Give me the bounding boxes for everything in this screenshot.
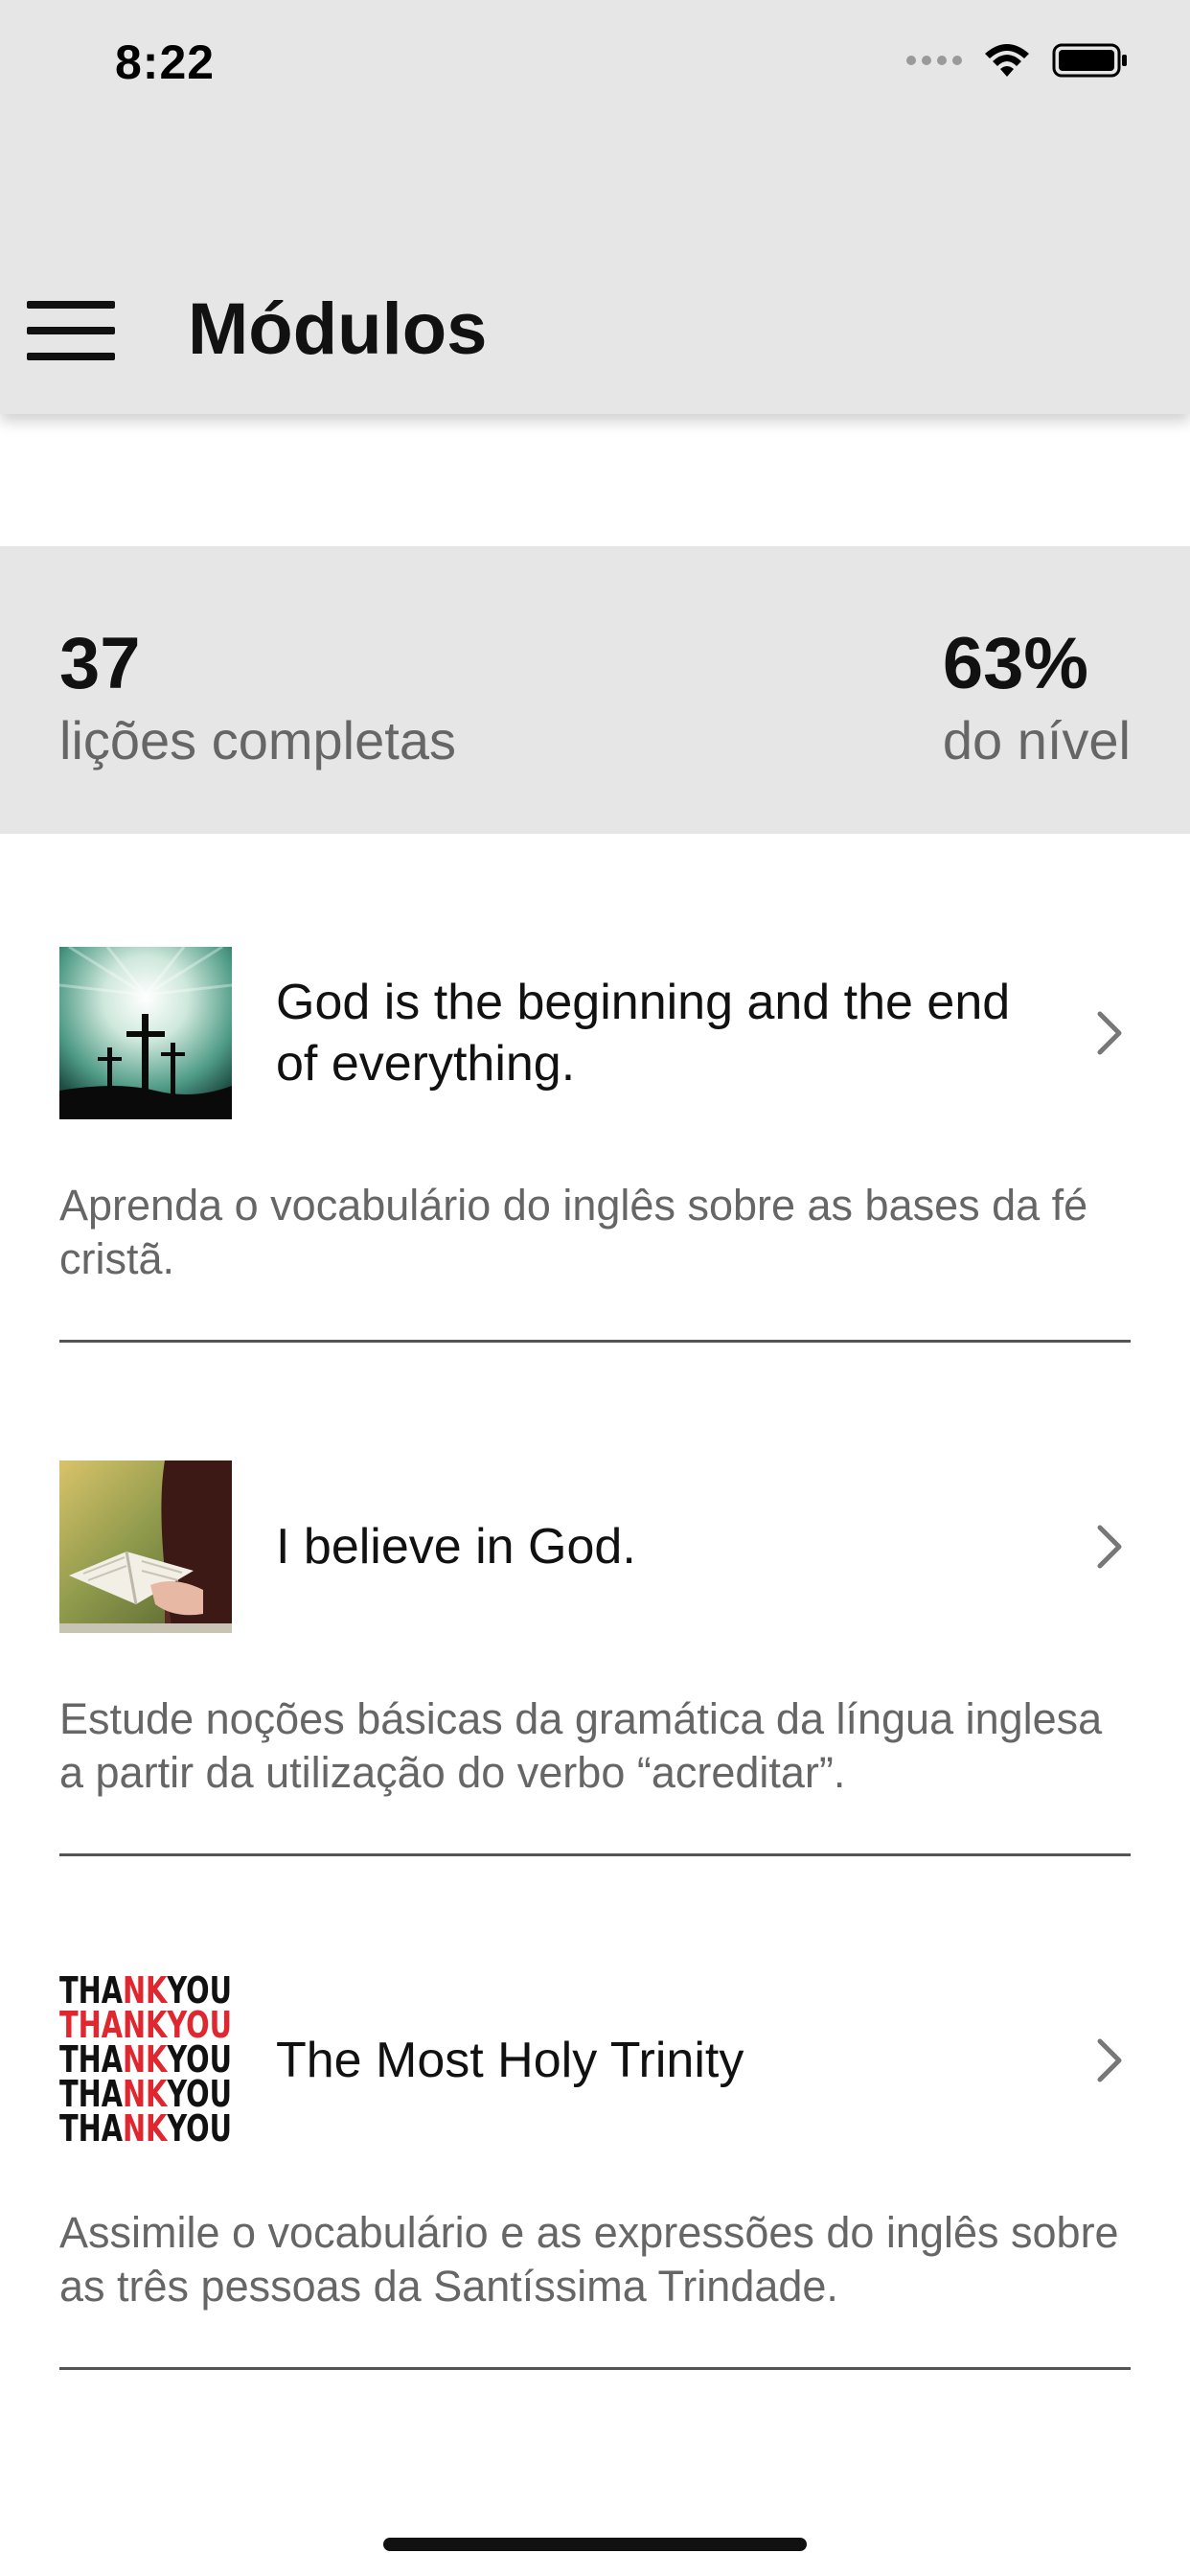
thank-you-typography-image: THANKYOUTHANKYOUTHANKYOUTHANKYOUTHANKYOU: [59, 1974, 232, 2147]
module-item: THANKYOUTHANKYOUTHANKYOUTHANKYOUTHANKYOU…: [59, 1974, 1131, 2370]
status-bar: 8:22: [0, 0, 1190, 134]
app-header: 8:22 Módulos: [0, 0, 1190, 414]
navigation-bar: Módulos: [0, 278, 1190, 383]
status-time: 8:22: [115, 35, 216, 89]
home-indicator[interactable]: [383, 2538, 807, 2551]
divider: [59, 1853, 1131, 1856]
lessons-completed-label: lições completas: [59, 710, 456, 770]
lessons-completed-stat: 37 lições completas: [59, 621, 456, 774]
module-item: God is the beginning and the end of ever…: [59, 947, 1131, 1343]
module-row-3[interactable]: THANKYOUTHANKYOUTHANKYOUTHANKYOUTHANKYOU…: [59, 1974, 1131, 2147]
module-title: God is the beginning and the end of ever…: [276, 975, 1011, 1092]
divider: [59, 1340, 1131, 1343]
battery-icon: [1052, 43, 1127, 78]
thank-you-line: THANKYOU: [59, 2107, 232, 2147]
level-progress-value: 63%: [942, 623, 1088, 704]
chevron-right-icon: [1097, 1011, 1122, 1055]
divider: [59, 2367, 1131, 2370]
module-item: I believe in God. Estude noções básicas …: [59, 1460, 1131, 1856]
page-title: Módulos: [188, 288, 488, 370]
module-row-2[interactable]: I believe in God.: [59, 1460, 1131, 1633]
hamburger-menu-icon[interactable]: [27, 299, 115, 362]
module-title: I believe in God.: [276, 1519, 636, 1575]
level-progress-stat: 63% do nível: [943, 621, 1131, 774]
status-icons: [906, 42, 1129, 79]
module-description: Aprenda o vocabulário do inglês sobre as…: [59, 1181, 1088, 1283]
lessons-completed-value: 37: [59, 623, 141, 704]
crosses-image: [59, 947, 232, 1119]
bible-reading-image: [59, 1460, 232, 1633]
chevron-right-icon: [1097, 1525, 1122, 1569]
cellular-signal-icon: [906, 56, 962, 65]
module-title: The Most Holy Trinity: [276, 2033, 744, 2088]
wifi-icon: [985, 44, 1029, 77]
module-description: Estude noções básicas da gramática da lí…: [59, 1694, 1103, 1797]
module-row-1[interactable]: God is the beginning and the end of ever…: [59, 947, 1131, 1119]
chevron-right-icon: [1097, 2038, 1122, 2082]
level-progress-label: do nível: [942, 710, 1131, 770]
module-description: Assimile o vocabulário e as expressões d…: [59, 2208, 1119, 2311]
progress-summary: 37 lições completas 63% do nível: [0, 546, 1190, 834]
